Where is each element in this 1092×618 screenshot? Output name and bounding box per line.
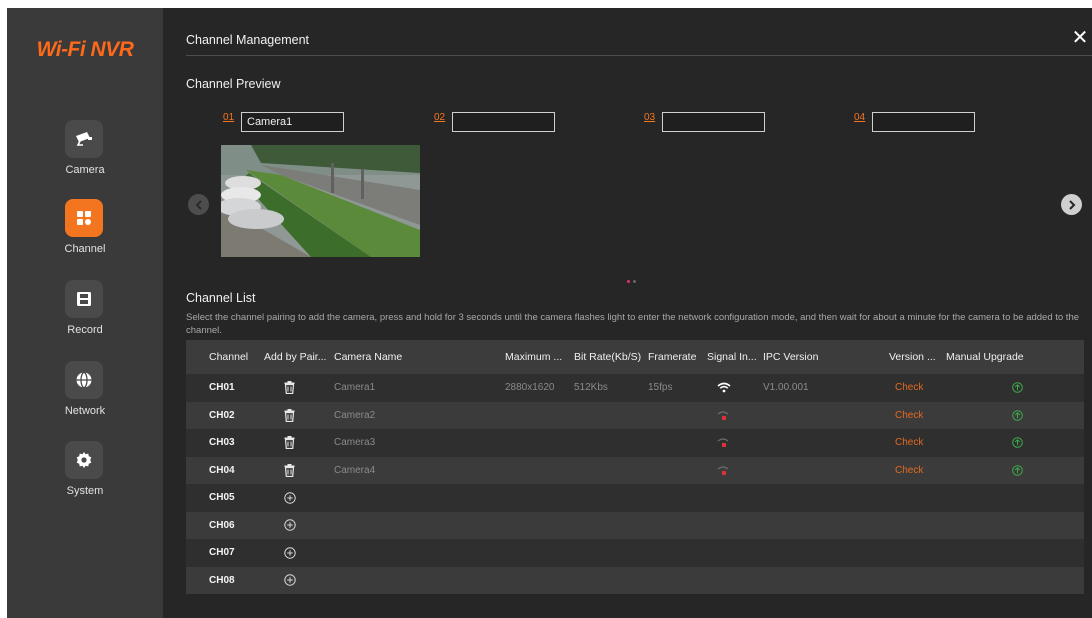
version-check-link[interactable]: Check [895,457,952,485]
app-logo: Wi-Fi NVR [36,38,134,61]
col-version-header: Version ... [889,351,936,363]
table-row: CH04 Camera4 Check [186,456,1084,485]
preview-channel-name-input[interactable] [872,112,975,132]
col-manual-upgrade-header: Manual Upgrade [946,351,1024,363]
add-circle-icon[interactable] [284,539,304,567]
previous-page-button[interactable] [188,194,209,215]
preview-channel-name-input[interactable] [452,112,555,132]
col-max-resolution-header: Maximum ... [505,351,563,363]
list-section-title: Channel List [186,291,256,305]
channel-cell: CH05 [209,492,235,504]
col-channel-header: Channel [209,351,249,363]
preview-channel-number: 03 [644,112,656,123]
preview-channel-number: 01 [223,112,235,123]
no-signal-icon [717,457,737,485]
chevron-left-icon [195,199,202,210]
table-row: CH08 [186,566,1084,595]
version-check-link[interactable]: Check [895,429,952,457]
camera-name-cell: Camera1 [334,382,376,394]
add-circle-icon[interactable] [284,484,304,512]
upgrade-icon[interactable] [1012,374,1028,402]
sidebar-label-channel: Channel [64,243,106,255]
channel-grid-icon [65,199,103,237]
main-panel: Channel Management ✕ Channel Preview 01 … [163,8,1092,618]
sidebar-item-record[interactable]: Record [7,280,163,350]
no-signal-icon [717,429,737,457]
channel-cell: CH06 [209,519,235,531]
sidebar-item-camera[interactable]: Camera [7,120,163,190]
channel-cell: CH07 [209,547,235,559]
table-row: CH03 Camera3 Check [186,429,1084,457]
page-title: Channel Management [186,33,309,47]
col-camera-name-header: Camera Name [334,351,403,363]
page-indicator [627,270,639,288]
table-row: CH01 Camera1 2880x1620 512Kbs 15fps V1.00.001… [186,374,1084,402]
resolution-cell: 2880x1620 [505,382,555,394]
add-circle-icon[interactable] [284,512,304,540]
camera-name-cell: Camera2 [334,409,376,421]
table-row: CH02 Camera2 Check [186,401,1084,430]
channel-cell: CH04 [209,464,235,476]
table-row: CH06 [186,511,1084,540]
sidebar-label-network: Network [64,405,106,417]
next-page-button[interactable] [1061,194,1082,215]
list-description: Select the channel pairing to add the ca… [186,312,1080,336]
app-window: Wi-Fi NVR Camera Channel Record Network [7,8,1092,618]
sidebar: Wi-Fi NVR Camera Channel Record Network [7,8,163,618]
film-icon [65,280,103,318]
delete-icon[interactable] [284,402,304,430]
wifi-signal-icon [717,374,737,402]
preview-channel-name-input[interactable]: Camera1 [241,112,344,132]
add-circle-icon[interactable] [284,567,304,595]
upgrade-icon[interactable] [1012,429,1028,457]
col-framerate-header: Framerate [648,351,697,363]
chevron-right-icon [1068,199,1075,210]
page-dot[interactable] [633,280,636,283]
table-header: Channel Add by Pair... Camera Name Maximum … [186,340,1084,374]
page-dot[interactable] [627,280,630,283]
sidebar-item-system[interactable]: System [7,441,163,511]
bitrate-cell: 512Kbs [574,382,608,394]
camera-icon [65,120,103,158]
col-bitrate-header: Bit Rate(Kb/S) [574,351,642,363]
globe-icon [65,361,103,399]
channel-cell: CH03 [209,437,235,449]
no-signal-icon [717,402,737,430]
sidebar-label-system: System [66,485,104,497]
version-check-link[interactable]: Check [895,402,952,430]
upgrade-icon[interactable] [1012,457,1028,485]
camera-name-cell: Camera3 [334,437,376,449]
sidebar-label-record: Record [67,324,103,336]
upgrade-icon[interactable] [1012,402,1028,430]
channel-table: Channel Add by Pair... Camera Name Maximum … [186,340,1084,594]
gear-icon [65,441,103,479]
preview-channel-number: 02 [434,112,446,123]
camera-preview-image[interactable] [221,145,420,257]
table-row: CH07 [186,539,1084,567]
delete-icon[interactable] [284,374,304,402]
delete-icon[interactable] [284,429,304,457]
delete-icon[interactable] [284,457,304,485]
title-divider [186,55,1092,56]
col-signal-header: Signal In... [707,351,757,363]
framerate-cell: 15fps [648,382,673,394]
version-check-link[interactable]: Check [895,374,952,402]
preview-channel-number: 04 [854,112,866,123]
table-body: CH01 Camera1 2880x1620 512Kbs 15fps V1.00.001… [186,374,1084,594]
sidebar-item-network[interactable]: Network [7,361,163,431]
col-ipc-version-header: IPC Version [763,351,819,363]
preview-section-title: Channel Preview [186,77,281,91]
channel-cell: CH02 [209,409,235,421]
camera-name-cell: Camera4 [334,464,376,476]
close-button[interactable]: ✕ [1071,27,1089,49]
ipc-version-cell: V1.00.001 [763,382,809,394]
table-row: CH05 [186,484,1084,512]
col-add-by-pair-header: Add by Pair... [264,351,327,363]
channel-cell: CH01 [209,382,235,394]
sidebar-item-channel[interactable]: Channel [7,199,163,269]
channel-cell: CH08 [209,574,235,586]
sidebar-label-camera: Camera [65,164,105,176]
preview-channel-name-input[interactable] [662,112,765,132]
